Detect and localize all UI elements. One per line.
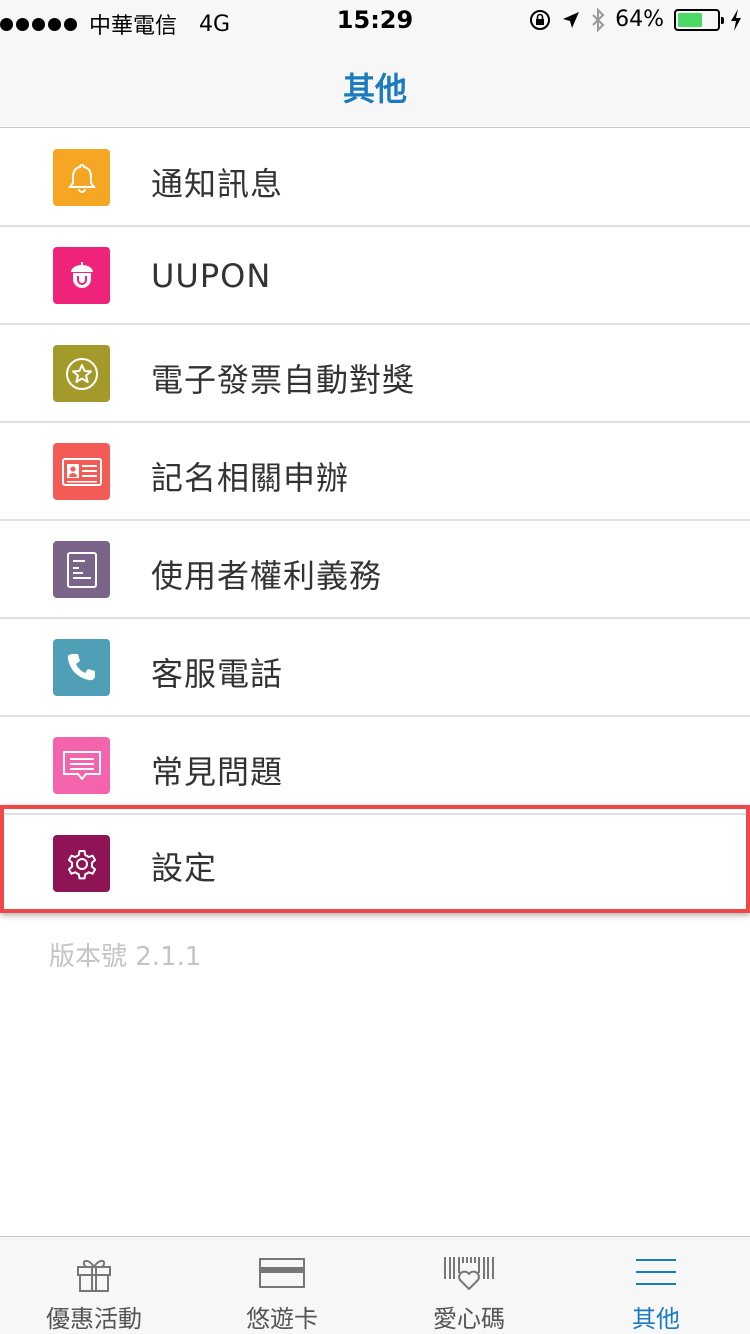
menu-item-label: 常見問題 xyxy=(151,753,284,791)
document-icon xyxy=(53,541,110,598)
tab-label: 其他 xyxy=(632,1305,680,1333)
menu-icon xyxy=(636,1259,676,1285)
tab-bar: 優惠活動 悠遊卡 愛心碼 其他 xyxy=(0,1236,750,1334)
menu-item-registration[interactable]: 記名相關申辦 xyxy=(0,423,750,521)
menu-item-label: 記名相關申辦 xyxy=(151,459,350,497)
menu-item-user-rights[interactable]: 使用者權利義務 xyxy=(0,521,750,619)
menu-item-uupon[interactable]: UUPON xyxy=(0,227,750,325)
battery-icon xyxy=(674,8,724,31)
menu-item-einvoice-lottery[interactable]: 電子發票自動對獎 xyxy=(0,325,750,423)
acorn-icon xyxy=(53,247,110,304)
card-icon xyxy=(259,1258,305,1288)
id-card-icon xyxy=(53,443,110,500)
star-badge-icon xyxy=(53,345,110,402)
battery-percent: 64% xyxy=(615,7,664,32)
navigation-bar: 其他 xyxy=(0,40,750,128)
menu-item-label: 使用者權利義務 xyxy=(151,557,383,595)
tab-other[interactable]: 其他 xyxy=(562,1237,750,1334)
menu-item-settings[interactable]: 設定 xyxy=(0,805,750,913)
phone-icon xyxy=(53,639,110,696)
menu-item-label: UUPON xyxy=(151,257,272,295)
chat-bubble-icon xyxy=(53,737,110,794)
menu-item-label: 設定 xyxy=(151,849,218,887)
status-right: 64% xyxy=(529,7,742,32)
barcode-heart-icon xyxy=(444,1257,494,1290)
menu-item-label: 客服電話 xyxy=(151,655,284,693)
tab-label: 優惠活動 xyxy=(46,1305,142,1333)
status-bar: 中華電信 4G 15:29 64% xyxy=(0,0,750,40)
menu-item-label: 通知訊息 xyxy=(151,165,284,203)
menu-item-notifications[interactable]: 通知訊息 xyxy=(0,129,750,227)
tab-promotions[interactable]: 優惠活動 xyxy=(0,1237,188,1334)
page-title: 其他 xyxy=(342,70,407,108)
tab-label: 悠遊卡 xyxy=(246,1305,318,1333)
bluetooth-icon xyxy=(592,7,605,32)
menu-item-customer-service[interactable]: 客服電話 xyxy=(0,619,750,717)
tab-donation-code[interactable]: 愛心碼 xyxy=(375,1237,563,1334)
menu-item-faq[interactable]: 常見問題 xyxy=(0,717,750,815)
menu-item-label: 電子發票自動對獎 xyxy=(151,361,416,399)
bell-icon xyxy=(53,149,110,206)
tab-label: 愛心碼 xyxy=(433,1305,505,1333)
version-text: 版本號 2.1.1 xyxy=(49,942,202,972)
menu-list: 通知訊息 UUPON 電子發票自動對獎 記名相關申辦 使用者權利義務 客服電話 … xyxy=(0,129,750,913)
tab-easycard[interactable]: 悠遊卡 xyxy=(188,1237,376,1334)
location-arrow-icon xyxy=(563,11,580,28)
gear-icon xyxy=(53,835,110,892)
orientation-lock-icon xyxy=(530,9,551,30)
gift-icon xyxy=(77,1260,111,1292)
charging-bolt-icon xyxy=(731,8,741,31)
